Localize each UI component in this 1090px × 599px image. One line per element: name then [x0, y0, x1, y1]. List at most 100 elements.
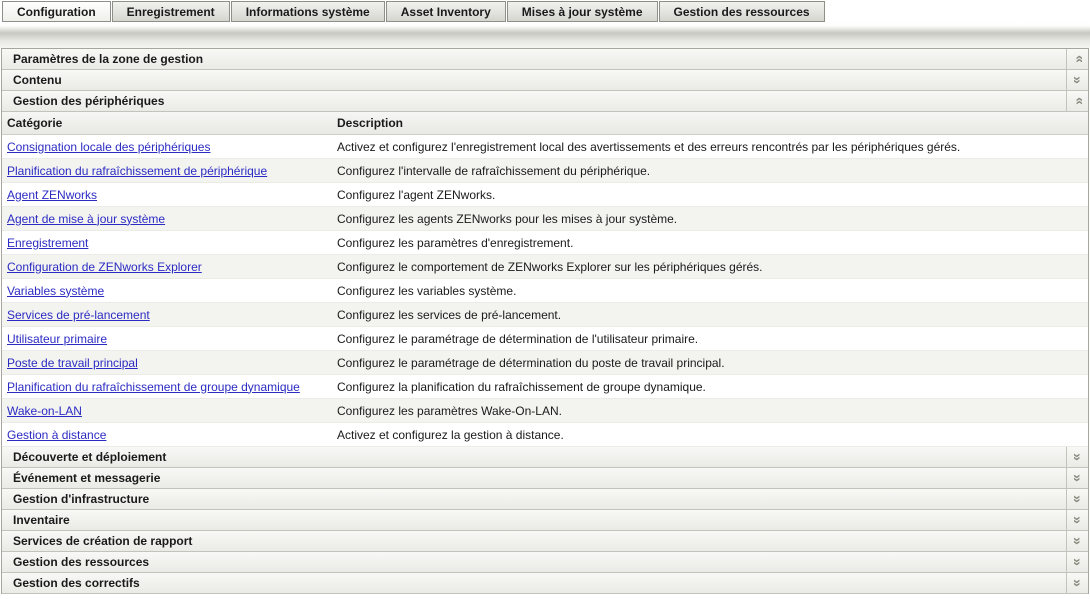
toolbar-band	[0, 22, 1090, 48]
double-chevron-down-icon[interactable]: »	[1070, 495, 1084, 503]
table-row: Utilisateur primaire Configurez le paramé…	[2, 327, 1088, 351]
double-chevron-down-icon[interactable]: »	[1070, 474, 1084, 482]
category-cell: Enregistrement	[2, 236, 332, 250]
table-row: Planification du rafraîchissement de pér…	[2, 159, 1088, 183]
category-link-agent-zenworks[interactable]: Agent ZENworks	[7, 188, 97, 202]
category-cell: Poste de travail principal	[2, 356, 332, 370]
section-collapse-cell[interactable]: »	[1066, 91, 1088, 111]
column-header-categorie: Catégorie	[2, 116, 332, 130]
category-link-planification-du-rafraichissement-de-peripherique[interactable]: Planification du rafraîchissement de pér…	[7, 164, 267, 178]
column-header-description: Description	[332, 116, 1088, 130]
double-chevron-down-icon[interactable]: »	[1070, 537, 1084, 545]
category-link-agent-de-mise-a-jour-systeme[interactable]: Agent de mise à jour système	[7, 212, 165, 226]
category-cell: Consignation locale des périphériques	[2, 140, 332, 154]
double-chevron-up-icon[interactable]: »	[1070, 97, 1084, 105]
panel-title: Paramètres de la zone de gestion	[2, 49, 1066, 69]
section-expand-cell[interactable]: »	[1066, 573, 1088, 593]
category-link-poste-de-travail-principal[interactable]: Poste de travail principal	[7, 356, 138, 370]
table-row: Consignation locale des périphériques Act…	[2, 135, 1088, 159]
description-cell: Configurez le paramétrage de déterminati…	[332, 356, 1088, 370]
table-header-row: Catégorie Description	[2, 112, 1088, 135]
category-cell: Variables système	[2, 284, 332, 298]
category-link-consignation-locale-des-peripheriques[interactable]: Consignation locale des périphériques	[7, 140, 210, 154]
section-expand-cell[interactable]: »	[1066, 489, 1088, 509]
section-expand-cell[interactable]: »	[1066, 510, 1088, 530]
category-cell: Planification du rafraîchissement de gro…	[2, 380, 332, 394]
category-cell: Agent de mise à jour système	[2, 212, 332, 226]
section-header-contenu[interactable]: Contenu »	[2, 70, 1088, 91]
category-link-configuration-de-zenworks-explorer[interactable]: Configuration de ZENworks Explorer	[7, 260, 202, 274]
category-cell: Configuration de ZENworks Explorer	[2, 260, 332, 274]
section-title: Gestion des périphériques	[2, 91, 1066, 111]
tab-mises-a-jour-systeme[interactable]: Mises à jour système	[507, 1, 658, 22]
panel-header-parametres-zone-gestion[interactable]: Paramètres de la zone de gestion »	[2, 49, 1088, 70]
section-gestion-des-peripheriques: Gestion des périphériques » Catégorie De…	[2, 91, 1088, 447]
management-zone-panel: Paramètres de la zone de gestion » Conte…	[1, 48, 1089, 594]
tab-gestion-des-ressources[interactable]: Gestion des ressources	[659, 1, 825, 22]
table-row: Gestion à distance Activez et configurez …	[2, 423, 1088, 447]
section-title: Inventaire	[2, 510, 1066, 530]
double-chevron-down-icon[interactable]: »	[1070, 453, 1084, 461]
section-title: Découverte et déploiement	[2, 447, 1066, 467]
section-title: Contenu	[2, 70, 1066, 90]
section-title: Gestion des ressources	[2, 552, 1066, 572]
section-expand-cell[interactable]: »	[1066, 552, 1088, 572]
description-cell: Activez et configurez l'enregistrement l…	[332, 140, 1088, 154]
description-cell: Configurez l'agent ZENworks.	[332, 188, 1088, 202]
category-link-services-de-pre-lancement[interactable]: Services de pré-lancement	[7, 308, 150, 322]
section-header-decouverte-et-deploiement[interactable]: Découverte et déploiement »	[2, 447, 1088, 468]
table-row: Planification du rafraîchissement de gro…	[2, 375, 1088, 399]
double-chevron-down-icon[interactable]: »	[1070, 558, 1084, 566]
category-cell: Services de pré-lancement	[2, 308, 332, 322]
section-title: Gestion des correctifs	[2, 573, 1066, 593]
section-header-gestion-des-ressources[interactable]: Gestion des ressources »	[2, 552, 1088, 573]
section-title: Gestion d'infrastructure	[2, 489, 1066, 509]
description-cell: Configurez les services de pré-lancement…	[332, 308, 1088, 322]
tab-asset-inventory[interactable]: Asset Inventory	[386, 1, 506, 22]
category-link-planification-du-rafraichissement-de-groupe-dynamique[interactable]: Planification du rafraîchissement de gro…	[7, 380, 300, 394]
category-link-gestion-a-distance[interactable]: Gestion à distance	[7, 428, 106, 442]
section-expand-cell[interactable]: »	[1066, 468, 1088, 488]
category-link-variables-systeme[interactable]: Variables système	[7, 284, 104, 298]
description-cell: Configurez l'intervalle de rafraîchissem…	[332, 164, 1088, 178]
section-header-services-de-creation-de-rapport[interactable]: Services de création de rapport »	[2, 531, 1088, 552]
category-link-utilisateur-primaire[interactable]: Utilisateur primaire	[7, 332, 107, 346]
tab-enregistrement[interactable]: Enregistrement	[112, 1, 230, 22]
section-header-evenement-et-messagerie[interactable]: Événement et messagerie »	[2, 468, 1088, 489]
tab-configuration[interactable]: Configuration	[2, 1, 111, 22]
description-cell: Configurez les paramètres d'enregistreme…	[332, 236, 1088, 250]
description-cell: Configurez le comportement de ZENworks E…	[332, 260, 1088, 274]
category-link-enregistrement[interactable]: Enregistrement	[7, 236, 88, 250]
category-cell: Agent ZENworks	[2, 188, 332, 202]
double-chevron-down-icon[interactable]: »	[1070, 579, 1084, 587]
settings-table-body: Consignation locale des périphériques Act…	[2, 135, 1088, 447]
double-chevron-down-icon[interactable]: »	[1070, 76, 1084, 84]
tab-informations-systeme[interactable]: Informations système	[231, 1, 385, 22]
table-row: Enregistrement Configurez les paramètres …	[2, 231, 1088, 255]
category-link-wake-on-lan[interactable]: Wake-on-LAN	[7, 404, 82, 418]
section-expand-cell[interactable]: »	[1066, 70, 1088, 90]
category-cell: Utilisateur primaire	[2, 332, 332, 346]
double-chevron-down-icon[interactable]: »	[1070, 516, 1084, 524]
section-expand-cell[interactable]: »	[1066, 447, 1088, 467]
panel-collapse-cell[interactable]: »	[1066, 49, 1088, 69]
description-cell: Configurez les agents ZENworks pour les …	[332, 212, 1088, 226]
table-row: Wake-on-LANConfigurez les paramètres Wak…	[2, 399, 1088, 423]
section-title: Événement et messagerie	[2, 468, 1066, 488]
description-cell: Configurez les variables système.	[332, 284, 1088, 298]
description-cell: Configurez le paramétrage de déterminati…	[332, 332, 1088, 346]
category-cell: Wake-on-LAN	[2, 404, 332, 418]
table-row: Poste de travail principal Configurez le …	[2, 351, 1088, 375]
description-cell: Activez et configurez la gestion à dista…	[332, 428, 1088, 442]
section-header-gestion-des-peripheriques[interactable]: Gestion des périphériques »	[2, 91, 1088, 112]
section-title: Services de création de rapport	[2, 531, 1066, 551]
table-row: Services de pré-lancement Configurez les …	[2, 303, 1088, 327]
section-expand-cell[interactable]: »	[1066, 531, 1088, 551]
sections-top: Contenu »	[2, 70, 1088, 91]
description-cell: Configurez la planification du rafraîchi…	[332, 380, 1088, 394]
section-header-gestion-des-correctifs[interactable]: Gestion des correctifs »	[2, 573, 1088, 594]
section-header-inventaire[interactable]: Inventaire »	[2, 510, 1088, 531]
double-chevron-up-icon[interactable]: »	[1070, 55, 1084, 63]
sections-bottom: Découverte et déploiement»Événement et m…	[2, 447, 1088, 594]
section-header-gestion-d-infrastructure[interactable]: Gestion d'infrastructure »	[2, 489, 1088, 510]
